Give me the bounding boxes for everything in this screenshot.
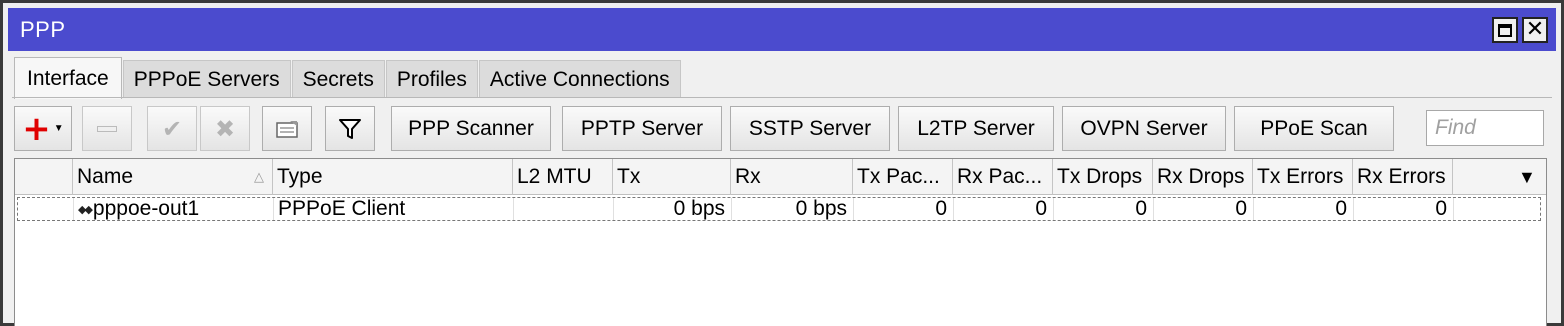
tx-packets-cell: 0 [854,197,954,220]
maximize-icon [1498,23,1512,37]
add-button[interactable]: + ▼ [14,106,72,151]
tab-pppoe-servers[interactable]: PPPoE Servers [122,60,291,98]
tab-secrets[interactable]: Secrets [291,60,385,98]
find-input[interactable]: Find [1426,110,1544,146]
table-header: Name △ Type L2 MTU Tx Rx Tx Pac... Rx Pa… [15,159,1546,195]
type-cell: PPPoE Client [274,197,514,220]
comment-button[interactable] [262,106,312,151]
column-header-rx-errors[interactable]: Rx Errors [1353,159,1453,195]
tx-drops-cell: 0 [1054,197,1154,220]
plus-icon: + [22,108,51,149]
column-menu-icon[interactable]: ▼ [1518,167,1536,188]
title-bar[interactable]: PPP ✕ [8,8,1556,51]
interface-icon: ◆◆ [78,202,93,216]
tab-profiles[interactable]: Profiles [385,60,478,98]
tab-interface[interactable]: Interface [14,57,122,99]
enable-button[interactable]: ✔ [147,106,197,151]
check-icon: ✔ [161,114,183,143]
column-header-rx-packets[interactable]: Rx Pac... [953,159,1053,195]
comment-icon [276,120,298,138]
close-icon: ✕ [1525,17,1545,42]
close-button[interactable]: ✕ [1522,17,1548,43]
ppp-scanner-button[interactable]: PPP Scanner [391,106,551,151]
sort-ascending-icon: △ [254,169,264,184]
table-row[interactable]: ◆◆ pppoe-out1 PPPoE Client 0 bps 0 bps 0… [17,197,1541,221]
interface-name: pppoe-out1 [92,197,200,220]
rx-drops-cell: 0 [1154,197,1254,220]
maximize-button[interactable] [1492,17,1518,43]
pppoe-scan-button[interactable]: PPoE Scan [1234,106,1394,151]
rx-errors-cell: 0 [1354,197,1454,220]
ovpn-server-button[interactable]: OVPN Server [1062,106,1226,151]
column-header-name[interactable]: Name △ [73,159,273,195]
l2mtu-cell [514,198,614,220]
disable-button[interactable]: ✖ [200,106,250,151]
name-cell: ◆◆ pppoe-out1 [74,197,274,220]
column-header-rx-drops[interactable]: Rx Drops [1153,159,1253,195]
column-header-tx-drops[interactable]: Tx Drops [1053,159,1153,195]
column-header-select[interactable] [15,159,73,195]
sstp-server-button[interactable]: SSTP Server [730,106,890,151]
column-header-rx[interactable]: Rx [731,159,853,195]
minus-icon [97,125,117,132]
tab-active-connections[interactable]: Active Connections [478,60,681,98]
column-header-type[interactable]: Type [273,159,513,195]
column-header-tx[interactable]: Tx [613,159,731,195]
interface-table: Name △ Type L2 MTU Tx Rx Tx Pac... Rx Pa… [14,158,1547,326]
toolbar: + ▼ ✔ ✖ PPP Scanner PPTP Server SSTP Ser… [14,106,1554,152]
tab-divider [12,97,1552,98]
l2tp-server-button[interactable]: L2TP Server [898,106,1054,151]
remove-button[interactable] [82,106,132,151]
column-header-tx-packets[interactable]: Tx Pac... [853,159,953,195]
window-title: PPP [20,17,66,42]
column-label: Name [77,165,134,188]
rx-packets-cell: 0 [954,197,1054,220]
row-select-cell [18,198,74,220]
filter-button[interactable] [325,106,375,151]
column-header-tx-errors[interactable]: Tx Errors [1253,159,1353,195]
rx-cell: 0 bps [732,197,854,220]
x-icon: ✖ [214,114,236,143]
tx-errors-cell: 0 [1254,197,1354,220]
chevron-down-icon: ▼ [53,123,64,134]
pptp-server-button[interactable]: PPTP Server [562,106,722,151]
tx-cell: 0 bps [614,197,732,220]
tab-bar: Interface PPPoE Servers Secrets Profiles… [14,56,682,99]
column-header-l2mtu[interactable]: L2 MTU [513,159,613,195]
filter-icon [339,118,361,139]
